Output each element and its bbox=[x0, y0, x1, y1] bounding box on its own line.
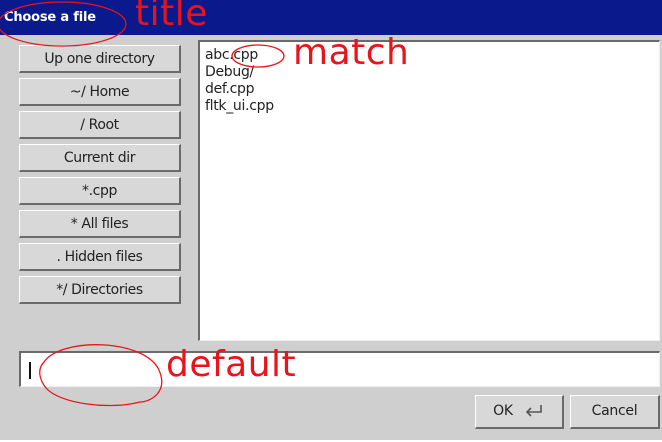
return-arrow-icon bbox=[525, 405, 542, 417]
file-list-item[interactable]: Debug/ bbox=[205, 64, 254, 80]
title-bar[interactable]: Choose a file bbox=[0, 0, 662, 35]
home-label: ~/ Home bbox=[69, 84, 130, 100]
filter-hidden-files-label: . Hidden files bbox=[56, 249, 143, 265]
root-label: / Root bbox=[80, 117, 119, 133]
filter-hidden-files-button[interactable]: . Hidden files bbox=[19, 243, 181, 271]
text-caret bbox=[29, 362, 31, 379]
filter-directories-button[interactable]: */ Directories bbox=[19, 276, 181, 304]
current-dir-button[interactable]: Current dir bbox=[19, 144, 181, 172]
filter-directories-label: */ Directories bbox=[56, 282, 143, 298]
annotation-default: default bbox=[166, 344, 297, 385]
file-list-item[interactable]: def.cpp bbox=[205, 81, 255, 97]
up-one-directory-label: Up one directory bbox=[44, 51, 155, 67]
filter-all-files-label: * All files bbox=[70, 216, 129, 232]
annotation-match: match bbox=[293, 32, 410, 73]
filter-cpp-label: *.cpp bbox=[82, 183, 117, 199]
filename-input[interactable] bbox=[19, 351, 660, 387]
file-list[interactable]: abc.cpp Debug/ def.cpp fltk_ui.cpp bbox=[198, 40, 660, 341]
ok-button[interactable]: OK bbox=[475, 395, 564, 429]
root-button[interactable]: / Root bbox=[19, 111, 181, 139]
annotation-title: title bbox=[135, 0, 208, 34]
file-list-item[interactable]: fltk_ui.cpp bbox=[205, 98, 274, 114]
window-title: Choose a file bbox=[4, 10, 96, 25]
cancel-button[interactable]: Cancel bbox=[570, 395, 660, 429]
up-one-directory-button[interactable]: Up one directory bbox=[19, 45, 181, 73]
current-dir-label: Current dir bbox=[63, 150, 136, 166]
ok-button-label: OK bbox=[493, 403, 513, 419]
filter-cpp-button[interactable]: *.cpp bbox=[19, 177, 181, 205]
cancel-button-label: Cancel bbox=[591, 403, 638, 419]
home-button[interactable]: ~/ Home bbox=[19, 78, 181, 106]
file-list-item[interactable]: abc.cpp bbox=[205, 47, 258, 63]
filter-all-files-button[interactable]: * All files bbox=[19, 210, 181, 238]
